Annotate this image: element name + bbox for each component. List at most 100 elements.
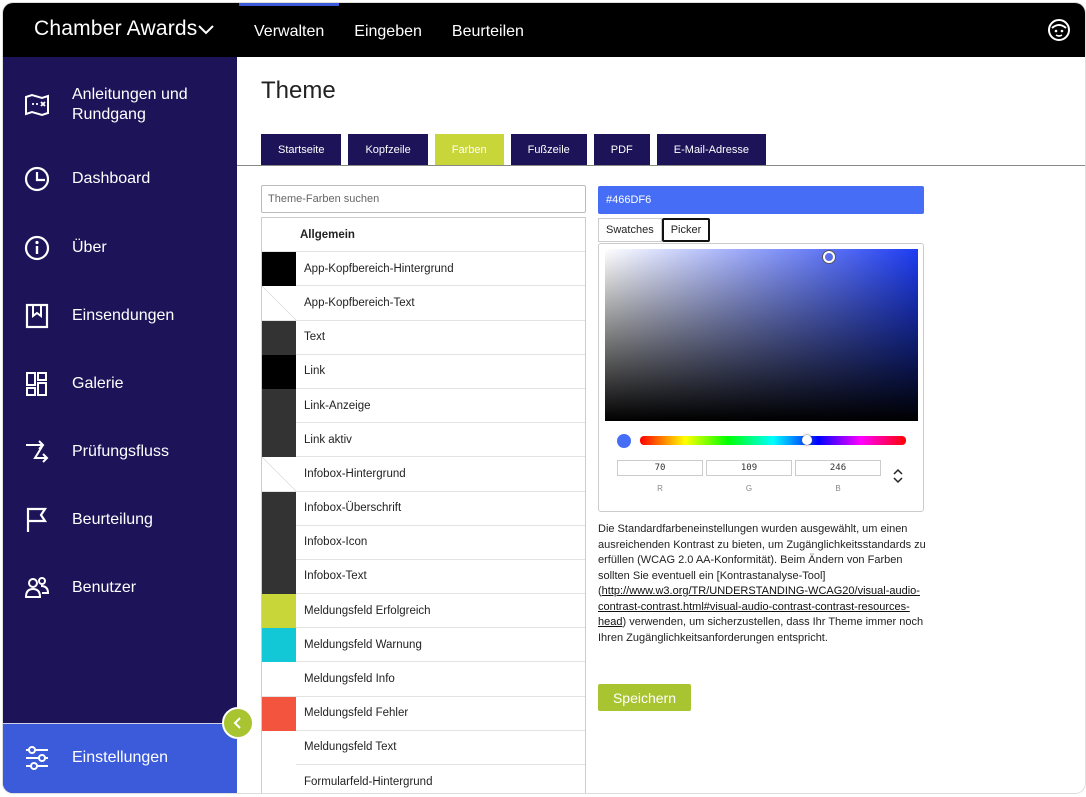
tab-picker[interactable]: Picker [661, 218, 711, 242]
tab-fusszeile[interactable]: Fußzeile [510, 134, 587, 165]
tab-kopfzeile[interactable]: Kopfzeile [348, 134, 428, 165]
color-name: Meldungsfeld Info [304, 673, 395, 686]
tab-farben[interactable]: Farben [434, 134, 504, 165]
sidebar-item-einsendungen[interactable]: Einsendungen [3, 286, 237, 346]
color-name: Formularfeld-Hintergrund [304, 775, 433, 788]
hue-slider[interactable] [640, 436, 906, 445]
color-name: Link [304, 365, 326, 378]
info-icon [24, 235, 50, 261]
color-swatch[interactable] [262, 559, 296, 594]
color-row[interactable]: Link [262, 354, 585, 389]
color-name: Infobox-Überschrift [304, 502, 402, 515]
app-title[interactable]: Chamber Awards [34, 17, 198, 41]
theme-tabs: Startseite Kopfzeile Farben Fußzeile PDF… [261, 134, 766, 165]
color-name: App-Kopfbereich-Hintergrund [304, 262, 454, 275]
color-row[interactable]: Link-Anzeige [262, 388, 585, 424]
color-name: Infobox-Hintergrund [304, 467, 406, 480]
color-row[interactable]: Infobox-Hintergrund [262, 457, 585, 492]
color-name: App-Kopfbereich-Text [304, 296, 415, 309]
color-name: Meldungsfeld Fehler [304, 707, 409, 720]
color-row[interactable]: Meldungsfeld Erfolgreich [262, 594, 585, 629]
r-input[interactable]: 70 [617, 460, 703, 476]
flag-icon [26, 507, 48, 532]
collapse-sidebar-button[interactable] [222, 707, 254, 739]
sidebar-item-beurteilung[interactable]: Beurteilung [3, 490, 237, 550]
color-preview-dot [617, 434, 631, 448]
color-swatch[interactable] [262, 765, 296, 793]
sidebar-item-label: Beurteilung [72, 511, 153, 528]
color-row[interactable]: App-Kopfbereich-Text [262, 286, 585, 321]
tabs-divider [237, 165, 1085, 166]
color-name: Meldungsfeld Text [304, 741, 397, 754]
color-swatch[interactable] [262, 730, 296, 765]
color-row[interactable]: Link aktiv [262, 423, 585, 458]
color-list: Allgemein App-Kopfbereich-Hintergrund App… [261, 217, 586, 793]
sidebar-item-einstellungen[interactable]: Einstellungen [3, 724, 237, 793]
topnav-beurteilen[interactable]: Beurteilen [437, 3, 539, 57]
saturation-handle[interactable] [823, 251, 835, 263]
color-name: Link-Anzeige [304, 399, 371, 412]
sidebar-item-galerie[interactable]: Galerie [3, 354, 237, 414]
color-name: Meldungsfeld Warnung [304, 638, 422, 651]
sidebar-item-label: Dashboard [72, 170, 151, 187]
color-row[interactable]: Meldungsfeld Fehler [262, 696, 585, 731]
tab-swatches[interactable]: Swatches [598, 218, 662, 242]
color-row[interactable]: Infobox-Text [262, 559, 585, 595]
color-swatch[interactable] [262, 286, 296, 321]
g-input[interactable]: 109 [706, 460, 792, 476]
color-swatch[interactable] [262, 594, 296, 629]
b-input[interactable]: 246 [795, 460, 881, 476]
color-swatch[interactable] [262, 320, 296, 355]
color-row[interactable]: Infobox-Überschrift [262, 491, 585, 526]
sidebar-item-pruefungsfluss[interactable]: Prüfungsfluss [3, 422, 237, 482]
chevron-down-icon[interactable] [197, 20, 215, 38]
tab-pdf[interactable]: PDF [593, 134, 650, 165]
color-row[interactable]: Meldungsfeld Text [262, 730, 585, 765]
sidebar-item-ueber[interactable]: Über [3, 218, 237, 278]
tab-email[interactable]: E-Mail-Adresse [656, 134, 766, 165]
g-label: G [745, 484, 753, 493]
color-row[interactable]: Meldungsfeld Warnung [262, 628, 585, 663]
color-swatch[interactable] [262, 423, 296, 458]
sidebar-item-dashboard[interactable]: Dashboard [3, 149, 237, 209]
color-row[interactable]: App-Kopfbereich-Hintergrund [262, 252, 585, 287]
color-swatch[interactable] [262, 457, 296, 492]
color-swatch[interactable] [262, 662, 296, 697]
topnav-eingeben[interactable]: Eingeben [339, 3, 437, 57]
sidebar-item-label: Einsendungen [72, 307, 175, 324]
bookmark-icon [25, 303, 49, 329]
theme-color-search-input[interactable]: Theme-Farben suchen [261, 185, 586, 213]
accessibility-info-text: Die Standardfarbeneinstellungen wurden a… [598, 522, 928, 646]
color-name: Link aktiv [304, 433, 352, 446]
color-swatch[interactable] [262, 525, 296, 560]
page-title: Theme [261, 77, 336, 104]
color-picker: 70 109 246 R G B [598, 243, 924, 512]
topnav-verwalten[interactable]: Verwalten [239, 3, 340, 57]
sidebar-item-benutzer[interactable]: Benutzer [3, 558, 237, 618]
profile-icon[interactable] [1047, 18, 1071, 42]
color-row[interactable]: Text [262, 320, 585, 355]
top-bar: Chamber Awards Verwalten Eingeben Beurte… [3, 3, 1085, 57]
color-row[interactable]: Meldungsfeld Info [262, 662, 585, 697]
saturation-area[interactable] [605, 249, 918, 421]
sidebar-item-label: Über [72, 239, 107, 256]
tab-startseite[interactable]: Startseite [261, 134, 342, 165]
hex-color-input[interactable]: #466DF6 [598, 186, 924, 214]
color-swatch[interactable] [262, 252, 296, 287]
dashboard-gauge-icon [24, 166, 50, 192]
users-icon [24, 577, 50, 598]
color-row[interactable]: Formularfeld-Hintergrund [262, 765, 585, 793]
color-row[interactable]: Infobox-Icon [262, 525, 585, 560]
sidebar-item-label: Galerie [72, 375, 124, 392]
hue-handle[interactable] [802, 435, 812, 445]
chevron-left-icon [233, 717, 241, 729]
sidebar-item-anleitungen[interactable]: Anleitungen und Rundgang [3, 75, 237, 135]
sidebar-item-label: Benutzer [72, 579, 137, 596]
color-swatch[interactable] [262, 354, 296, 389]
color-swatch[interactable] [262, 696, 296, 731]
color-swatch[interactable] [262, 491, 296, 526]
color-swatch[interactable] [262, 388, 296, 423]
save-button[interactable]: Speichern [598, 684, 691, 711]
color-swatch[interactable] [262, 628, 296, 663]
format-toggle-icon[interactable] [892, 468, 904, 484]
